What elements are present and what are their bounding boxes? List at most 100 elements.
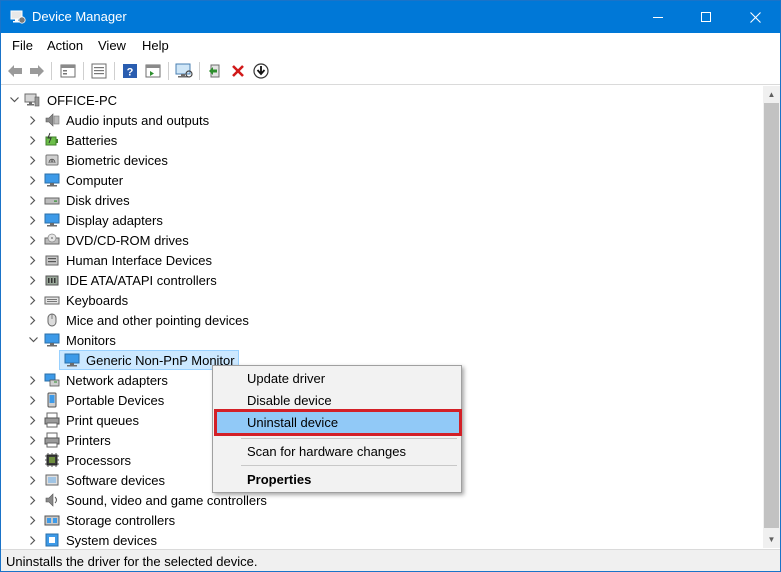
close-button[interactable] (732, 1, 778, 33)
computer-icon (44, 173, 60, 187)
tree-category[interactable]: Computer (1, 170, 301, 190)
expand-chevron-icon[interactable] (27, 530, 39, 550)
context-menu-separator (241, 465, 457, 466)
expand-chevron-icon[interactable] (27, 250, 39, 270)
toolbar-separator (199, 62, 200, 80)
expand-chevron-icon[interactable] (27, 230, 39, 250)
maximize-button[interactable] (683, 1, 729, 33)
expand-chevron-icon[interactable] (27, 290, 39, 310)
close-icon (749, 11, 761, 23)
expand-chevron-icon[interactable] (27, 150, 39, 170)
tree-category[interactable]: Keyboards (1, 290, 301, 310)
menu-scan-hardware[interactable]: Scan for hardware changes (247, 444, 406, 459)
expand-chevron-icon[interactable] (27, 130, 39, 150)
menu-bar: File Action View Help (1, 33, 780, 57)
tree-category-label: Storage controllers (66, 513, 176, 528)
menu-properties[interactable]: Properties (247, 472, 311, 487)
expand-chevron-icon[interactable] (27, 370, 39, 390)
tree-category-label: Print queues (66, 413, 139, 428)
scroll-down-arrow-icon[interactable]: ▼ (763, 531, 780, 548)
tree-category[interactable]: Disk drives (1, 190, 301, 210)
tree-root[interactable]: OFFICE-PC (1, 90, 301, 110)
tree-category[interactable]: Audio inputs and outputs (1, 110, 301, 130)
menu-help[interactable]: Help (142, 38, 169, 53)
vertical-scrollbar[interactable]: ▲ ▼ (763, 86, 780, 548)
expand-chevron-icon[interactable] (27, 110, 39, 130)
storage-icon (44, 515, 60, 526)
show-hidden-button[interactable] (143, 61, 163, 81)
expand-chevron-icon[interactable] (27, 170, 39, 190)
tree-category-label: Computer (66, 173, 124, 188)
tree-category[interactable]: Mice and other pointing devices (1, 310, 301, 330)
uninstall-button[interactable] (228, 61, 248, 81)
disable-device-button[interactable] (251, 61, 271, 81)
tree-category-label: Network adapters (66, 373, 168, 388)
software-device-icon (45, 474, 59, 486)
expand-chevron-icon[interactable] (27, 390, 39, 410)
scrollbar-thumb[interactable] (764, 103, 779, 528)
tree-category[interactable]: DVD/CD-ROM drives (1, 230, 301, 250)
expand-chevron-icon[interactable] (27, 310, 39, 330)
list-view-button[interactable] (89, 61, 109, 81)
update-driver-icon (209, 64, 220, 78)
back-arrow-icon (8, 65, 22, 77)
tree-category[interactable]: Biometric devices (1, 150, 301, 170)
biometric-icon (45, 154, 59, 166)
tree-category[interactable]: Human Interface Devices (1, 250, 301, 270)
toolbar: ? (1, 57, 780, 85)
status-bar: Uninstalls the driver for the selected d… (1, 549, 780, 571)
tree-category[interactable]: IDE ATA/ATAPI controllers (1, 270, 301, 290)
properties-button[interactable] (58, 61, 78, 81)
tree-category-label: Human Interface Devices (66, 253, 212, 268)
tree-category-label: Mice and other pointing devices (66, 313, 249, 328)
collapse-chevron-icon[interactable] (27, 330, 39, 350)
menu-disable-device[interactable]: Disable device (247, 393, 332, 408)
expand-chevron-icon[interactable] (27, 470, 39, 490)
forward-arrow-icon (30, 65, 44, 77)
tree-category[interactable]: Sound, video and game controllers (1, 490, 301, 510)
help-button[interactable]: ? (120, 61, 140, 81)
forward-button[interactable] (27, 61, 47, 81)
toolbar-separator (51, 62, 52, 80)
expand-chevron-icon[interactable] (27, 450, 39, 470)
update-driver-button[interactable] (205, 61, 225, 81)
tree-category-label: Biometric devices (66, 153, 168, 168)
tree-category[interactable]: Display adapters (1, 210, 301, 230)
dvd-icon (44, 233, 60, 245)
tree-category[interactable]: Storage controllers (1, 510, 301, 530)
expand-chevron-icon[interactable] (27, 490, 39, 510)
minimize-button[interactable] (635, 1, 681, 33)
tree-category-label: Monitors (66, 333, 116, 348)
title-bar[interactable]: Device Manager (1, 1, 780, 33)
menu-action[interactable]: Action (47, 38, 83, 53)
monitor-icon (64, 353, 80, 367)
tree-root-label: OFFICE-PC (47, 93, 118, 108)
network-icon (44, 373, 60, 387)
tree-category-label: Processors (66, 453, 132, 468)
tree-category[interactable]: System devices (1, 530, 301, 550)
tree-category[interactable]: Monitors (1, 330, 301, 350)
scan-hardware-button[interactable] (174, 61, 194, 81)
menu-file[interactable]: File (12, 38, 33, 53)
show-hidden-icon (145, 64, 161, 78)
menu-uninstall-device[interactable]: Uninstall device (247, 415, 338, 430)
menu-update-driver[interactable]: Update driver (247, 371, 325, 386)
expand-chevron-icon[interactable] (27, 510, 39, 530)
device-manager-window: Device Manager File Action View Help ? O… (0, 0, 781, 572)
expand-chevron-icon[interactable] (27, 210, 39, 230)
expand-chevron-icon[interactable] (27, 430, 39, 450)
tree-category-label: Display adapters (66, 213, 163, 228)
scroll-up-arrow-icon[interactable]: ▲ (763, 86, 780, 103)
expand-chevron-icon[interactable] (27, 270, 39, 290)
battery-icon (45, 132, 58, 146)
expand-chevron-icon[interactable] (27, 410, 39, 430)
tree-category-label: Keyboards (66, 293, 129, 308)
collapse-chevron-icon[interactable] (8, 90, 20, 110)
menu-view[interactable]: View (98, 38, 126, 53)
tree-category-label: Disk drives (66, 193, 130, 208)
tree-category-label: Sound, video and game controllers (66, 493, 267, 508)
back-button[interactable] (5, 61, 25, 81)
expand-chevron-icon[interactable] (27, 190, 39, 210)
tree-category[interactable]: Batteries (1, 130, 301, 150)
toolbar-separator (83, 62, 84, 80)
